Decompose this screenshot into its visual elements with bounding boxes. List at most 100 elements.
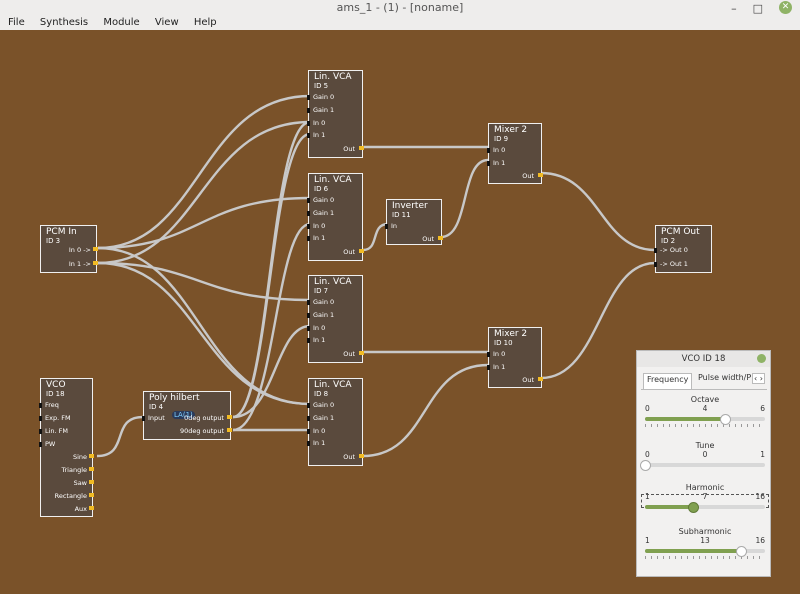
- port-0deg-output: 0deg output: [184, 414, 224, 422]
- port-pin[interactable]: [307, 416, 310, 421]
- menu-module[interactable]: Module: [103, 16, 139, 30]
- slider-handle[interactable]: [688, 502, 699, 513]
- port-pin[interactable]: [227, 415, 232, 419]
- port-pin[interactable]: [93, 261, 98, 265]
- module-id: ID 5: [314, 82, 329, 90]
- port-pin[interactable]: [654, 262, 657, 267]
- module-lin-vca-5[interactable]: Lin. VCA ID 5 Gain 0 Gain 1 In 0 In 1 Ou…: [307, 70, 364, 158]
- menu-synthesis[interactable]: Synthesis: [40, 16, 88, 30]
- port-pin[interactable]: [307, 313, 310, 318]
- dialog-close-icon[interactable]: [757, 354, 766, 363]
- slider-track[interactable]: [645, 414, 765, 425]
- dialog-tabs: Frequency Pulse width/P ‹ ›: [641, 371, 767, 390]
- module-lin-vca-7[interactable]: Lin. VCA ID 7 Gain 0 Gain 1 In 0 In 1 Ou…: [307, 275, 364, 363]
- minimize-icon[interactable]: –: [731, 1, 737, 17]
- port-pin[interactable]: [438, 236, 443, 240]
- slider-min: 0: [645, 450, 650, 459]
- port-pin[interactable]: [538, 173, 543, 177]
- port-pin[interactable]: [89, 480, 94, 484]
- port-rectangle: Rectangle: [54, 492, 87, 500]
- port-exp-fm: Exp. FM: [45, 414, 71, 422]
- port-pin[interactable]: [307, 211, 310, 216]
- port-pin[interactable]: [307, 108, 310, 113]
- port-pin[interactable]: [359, 454, 364, 458]
- port-pin[interactable]: [359, 249, 364, 253]
- port-lin-fm: Lin. FM: [45, 427, 69, 435]
- port-pin[interactable]: [93, 247, 98, 251]
- port-pin[interactable]: [385, 224, 388, 229]
- port-pin[interactable]: [307, 224, 310, 229]
- dialog-title: VCO ID 18: [681, 354, 726, 364]
- tab-pulse-width[interactable]: Pulse width/P: [698, 373, 751, 382]
- port-pin[interactable]: [39, 403, 42, 408]
- tab-frequency[interactable]: Frequency: [643, 373, 693, 389]
- slider-subharmonic: Subharmonic 1 13 16: [645, 527, 765, 559]
- module-inverter-11[interactable]: Inverter ID 11 In Out: [385, 199, 443, 245]
- module-pcm-in-3[interactable]: PCM In ID 3 In 0 -> In 1 ->: [40, 225, 98, 273]
- port-pin[interactable]: [89, 467, 94, 471]
- port-in1: In 1: [313, 336, 326, 344]
- port-pin[interactable]: [307, 326, 310, 331]
- port-pin[interactable]: [307, 403, 310, 408]
- module-title: Lin. VCA: [314, 380, 352, 390]
- port-pin[interactable]: [359, 351, 364, 355]
- port-pin[interactable]: [307, 338, 310, 343]
- port-pin[interactable]: [89, 493, 94, 497]
- port-pin[interactable]: [307, 429, 310, 434]
- port-pin[interactable]: [39, 416, 42, 421]
- port-pin[interactable]: [39, 442, 42, 447]
- port-pin[interactable]: [538, 377, 543, 381]
- module-poly-hilbert-4[interactable]: Poly hilbert ID 4 Input LA(1) 0deg outpu…: [142, 391, 232, 440]
- module-vco-18[interactable]: VCO ID 18 Freq Exp. FM Lin. FM PW Sine T…: [39, 378, 94, 517]
- port-pin[interactable]: [307, 121, 310, 126]
- menu-help[interactable]: Help: [194, 16, 217, 30]
- slider-handle[interactable]: [640, 460, 651, 471]
- slider-handle[interactable]: [720, 414, 732, 425]
- module-title: Mixer 2: [494, 125, 528, 135]
- module-lin-vca-6[interactable]: Lin. VCA ID 6 Gain 0 Gain 1 In 0 In 1 Ou…: [307, 173, 364, 261]
- port-pin[interactable]: [359, 146, 364, 150]
- port-out: Out: [522, 376, 534, 384]
- port-pin[interactable]: [39, 429, 42, 434]
- menu-bar: File Synthesis Module View Help: [0, 16, 800, 30]
- menu-view[interactable]: View: [155, 16, 179, 30]
- tab-scroll-arrows[interactable]: ‹ ›: [752, 373, 765, 384]
- slider-track[interactable]: [645, 546, 765, 557]
- port-pin[interactable]: [307, 198, 310, 203]
- module-lin-vca-8[interactable]: Lin. VCA ID 8 Gain 0 Gain 1 In 0 In 1 Ou…: [307, 378, 364, 466]
- port-pin[interactable]: [307, 441, 310, 446]
- port-pin[interactable]: [89, 506, 94, 510]
- dialog-header: VCO ID 18: [637, 351, 770, 367]
- slider-track[interactable]: [640, 460, 765, 471]
- slider-ticks: [645, 556, 765, 559]
- maximize-icon[interactable]: □: [753, 1, 763, 17]
- module-mixer-10[interactable]: Mixer 2 ID 10 In 0 In 1 Out: [487, 327, 543, 388]
- module-mixer-9[interactable]: Mixer 2 ID 9 In 0 In 1 Out: [487, 123, 543, 184]
- module-id: ID 11: [392, 211, 411, 219]
- port-pin[interactable]: [142, 416, 145, 421]
- slider-value: 0: [702, 450, 708, 459]
- slider-track[interactable]: [645, 502, 765, 513]
- port-pin[interactable]: [487, 352, 490, 357]
- port-in1: In 1: [313, 234, 326, 242]
- slider-max: 1: [760, 450, 765, 459]
- port-pin[interactable]: [487, 365, 490, 370]
- module-pcm-out-2[interactable]: PCM Out ID 2 -> Out 0 -> Out 1: [654, 225, 712, 273]
- port-pin[interactable]: [89, 454, 94, 458]
- port-pin[interactable]: [654, 248, 657, 253]
- menu-file[interactable]: File: [8, 16, 25, 30]
- close-icon[interactable]: ✕: [779, 1, 792, 14]
- slider-ticks: [645, 424, 765, 427]
- port-out1: -> Out 1: [660, 260, 688, 268]
- port-pin[interactable]: [227, 428, 232, 432]
- port-pin[interactable]: [307, 236, 310, 241]
- port-pin[interactable]: [487, 161, 490, 166]
- port-pin[interactable]: [487, 148, 490, 153]
- slider-handle[interactable]: [736, 546, 747, 557]
- port-out: Out: [522, 172, 534, 180]
- module-title: PCM Out: [661, 227, 700, 237]
- port-pin[interactable]: [307, 95, 310, 100]
- module-id: ID 2: [661, 237, 676, 245]
- port-pin[interactable]: [307, 300, 310, 305]
- port-pin[interactable]: [307, 133, 310, 138]
